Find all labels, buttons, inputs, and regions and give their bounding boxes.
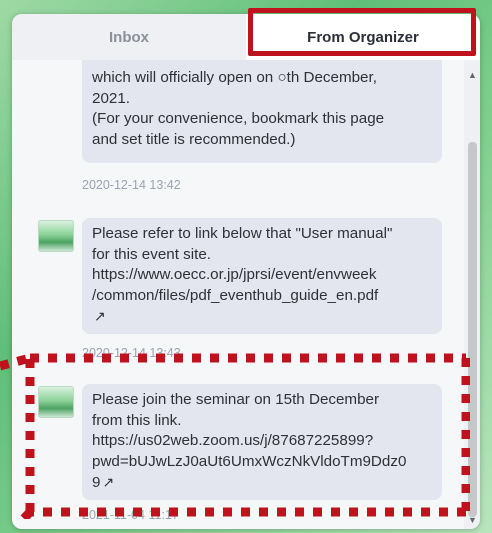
message-line: Please join the seminar on 15th December — [92, 391, 380, 408]
message-link[interactable]: /common/files/pdf_eventhub_guide_en.pdf — [92, 286, 432, 307]
tab-bar: Inbox From Organizer — [12, 14, 480, 60]
message-list[interactable]: which will officially open on ○th Decemb… — [12, 60, 464, 529]
organizer-avatar — [38, 386, 74, 418]
message-link[interactable]: 9 — [92, 474, 100, 491]
scroll-down-icon[interactable]: ▼ — [468, 515, 477, 525]
message-bubble: Please refer to link below that "User ma… — [82, 218, 442, 334]
message-bubble: Please join the seminar on 15th December… — [82, 384, 442, 500]
tab-from-organizer[interactable]: From Organizer — [246, 14, 480, 60]
message-link[interactable]: pwd=bUJwLzJ0aUt6UmxWczNkVldoTm9Ddz0 — [92, 452, 432, 473]
external-link-icon[interactable]: ↗︎ — [94, 306, 106, 327]
scrollbar-thumb[interactable] — [468, 142, 477, 517]
scroll-up-icon[interactable]: ▲ — [468, 70, 477, 80]
message-line: and set title is recommended.) — [92, 130, 296, 148]
organizer-avatar — [38, 220, 74, 252]
message-bubble: which will officially open on ○th Decemb… — [82, 60, 442, 163]
message-line: which will officially open on ○th Decemb… — [92, 69, 377, 86]
message-timestamp: 2020-12-14 13:43 — [82, 346, 181, 360]
message-link[interactable]: https://us02web.zoom.us/j/87687225899? — [92, 431, 432, 452]
scrollbar[interactable]: ▲ ▼ — [464, 60, 480, 529]
message-line: Please refer to link below that "User ma… — [92, 225, 393, 242]
message-link[interactable]: https://www.oecc.or.jp/jprsi/event/envwe… — [92, 265, 432, 286]
message-line: from this link. — [92, 411, 182, 429]
messages-panel: Inbox From Organizer which will official… — [12, 14, 480, 529]
message-line: for this event site. — [92, 245, 212, 263]
message-timestamp: 2021-11-04 11:17 — [82, 508, 179, 522]
tab-inbox[interactable]: Inbox — [12, 14, 246, 60]
message-line: 2021. — [92, 89, 131, 107]
message-line: (For your convenience, bookmark this pag… — [92, 110, 385, 127]
message-timestamp: 2020-12-14 13:42 — [82, 178, 181, 192]
external-link-icon[interactable]: ↗︎ — [102, 472, 114, 493]
